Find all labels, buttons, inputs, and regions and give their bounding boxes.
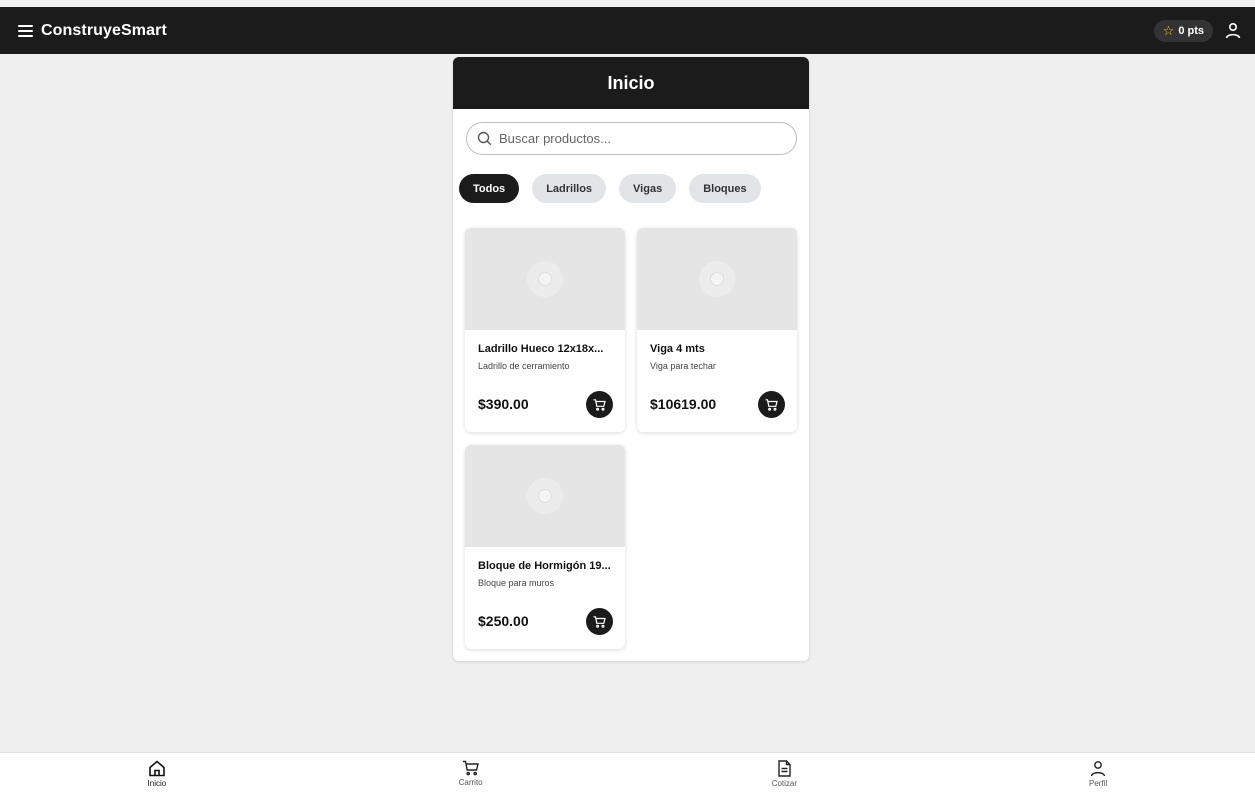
home-panel: Inicio Todos Ladrillos Vigas Bloques Lad… xyxy=(453,57,809,661)
product-description: Ladrillo de cerramiento xyxy=(478,361,570,371)
star-icon: ☆ xyxy=(1162,23,1175,38)
cart-icon xyxy=(593,615,606,628)
image-placeholder-icon xyxy=(527,261,563,297)
search-box[interactable] xyxy=(466,122,797,155)
nav-carrito[interactable]: Carrito xyxy=(314,753,628,794)
add-to-cart-button[interactable] xyxy=(758,391,785,418)
home-icon xyxy=(149,759,165,776)
nav-inicio[interactable]: Inicio xyxy=(0,753,314,794)
cart-icon xyxy=(593,398,606,411)
category-filters: Todos Ladrillos Vigas Bloques xyxy=(459,174,761,203)
nav-label: Perfil xyxy=(1089,778,1108,788)
nav-label: Inicio xyxy=(147,778,167,788)
chip-ladrillos[interactable]: Ladrillos xyxy=(532,174,607,203)
product-name: Bloque de Hormigón 19... xyxy=(478,560,611,572)
top-actions: ☆ 0 pts xyxy=(1153,19,1243,42)
product-image xyxy=(465,445,625,547)
search-icon xyxy=(477,131,492,146)
chip-vigas[interactable]: Vigas xyxy=(619,174,677,203)
product-description: Bloque para muros xyxy=(478,578,555,588)
points-value: 0 pts xyxy=(1178,24,1204,37)
image-placeholder-icon xyxy=(527,478,563,514)
brand: ConstruyeSmart xyxy=(18,22,167,40)
nav-label: Cotizar xyxy=(771,778,798,788)
top-bar: ConstruyeSmart ☆ 0 pts xyxy=(0,7,1255,54)
cart-icon xyxy=(462,760,479,776)
user-icon[interactable] xyxy=(1223,21,1243,41)
product-name: Viga 4 mts xyxy=(650,343,705,355)
chip-todos[interactable]: Todos xyxy=(459,174,520,203)
product-description: Viga para techar xyxy=(650,361,716,371)
nav-label: Carrito xyxy=(458,778,483,787)
bottom-nav: Inicio Carrito Cotizar Perfil xyxy=(0,752,1255,794)
nav-perfil[interactable]: Perfil xyxy=(941,753,1255,794)
nav-cotizar[interactable]: Cotizar xyxy=(628,753,942,794)
add-to-cart-button[interactable] xyxy=(586,608,613,635)
image-placeholder-icon xyxy=(699,261,735,297)
chip-bloques[interactable]: Bloques xyxy=(689,174,761,203)
product-name: Ladrillo Hueco 12x18x... xyxy=(478,343,604,355)
product-card[interactable]: Viga 4 mts Viga para techar $10619.00 xyxy=(637,228,797,432)
add-to-cart-button[interactable] xyxy=(586,391,613,418)
document-icon xyxy=(778,759,791,777)
search-input[interactable] xyxy=(499,131,779,146)
product-price: $10619.00 xyxy=(650,396,717,412)
menu-icon[interactable] xyxy=(18,24,33,37)
product-price: $390.00 xyxy=(478,396,529,412)
product-image xyxy=(465,228,625,330)
product-card[interactable]: Ladrillo Hueco 12x18x... Ladrillo de cer… xyxy=(465,228,625,432)
cart-icon xyxy=(765,398,778,411)
app-title: ConstruyeSmart xyxy=(41,21,167,39)
user-icon xyxy=(1090,760,1106,776)
points-badge[interactable]: ☆ 0 pts xyxy=(1153,19,1213,42)
product-price: $250.00 xyxy=(478,613,529,629)
page-title: Inicio xyxy=(453,57,809,109)
product-card[interactable]: Bloque de Hormigón 19... Bloque para mur… xyxy=(465,445,625,649)
product-image xyxy=(637,228,797,330)
